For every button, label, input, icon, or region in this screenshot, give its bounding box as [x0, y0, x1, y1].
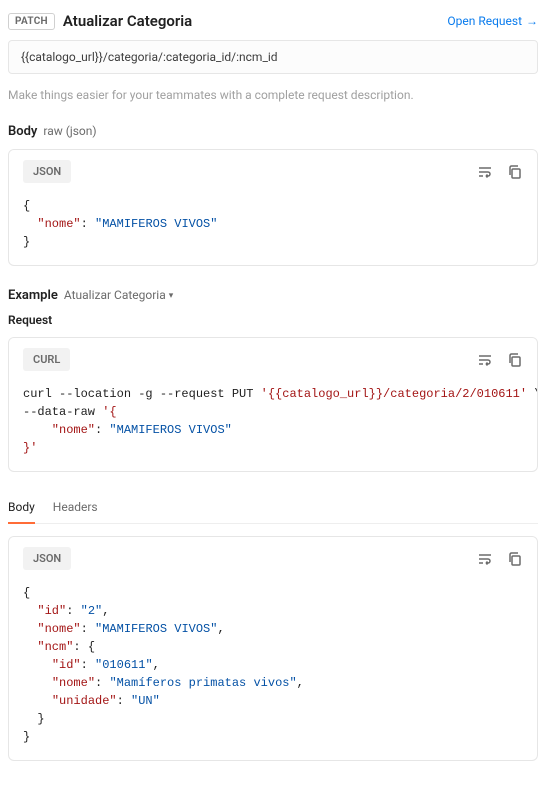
open-request-link[interactable]: Open Request → — [447, 14, 538, 28]
copy-icon[interactable] — [507, 551, 523, 567]
wrap-text-icon[interactable] — [477, 352, 493, 368]
body-label: Body — [8, 124, 37, 139]
body-card: JSON { "nome": "MAMIFEROS VIVOS" } — [8, 149, 538, 266]
copy-icon[interactable] — [507, 352, 523, 368]
request-label: Request — [8, 313, 538, 327]
example-name: Atualizar Categoria — [64, 288, 166, 302]
curl-card-head: CURL — [9, 338, 537, 381]
wrap-text-icon[interactable] — [477, 551, 493, 567]
tab-headers[interactable]: Headers — [53, 494, 98, 523]
body-section-head: Body raw (json) — [8, 124, 538, 139]
curl-card-actions — [477, 352, 523, 368]
example-label: Example — [8, 288, 58, 303]
tab-body[interactable]: Body — [8, 494, 35, 524]
arrow-right-icon: → — [526, 15, 538, 27]
response-card: JSON { "id": "2", "nome": "MAMIFEROS VIV… — [8, 536, 538, 761]
wrap-text-icon[interactable] — [477, 164, 493, 180]
body-subtype: raw (json) — [43, 124, 96, 138]
body-lang-pill[interactable]: JSON — [23, 160, 71, 183]
method-badge: PATCH — [8, 13, 55, 30]
example-dropdown[interactable]: Atualizar Categoria ▾ — [64, 288, 173, 302]
copy-icon[interactable] — [507, 164, 523, 180]
request-header: PATCH Atualizar Categoria Open Request → — [8, 12, 538, 30]
url-box[interactable]: {{catalogo_url}}/categoria/:categoria_id… — [8, 40, 538, 74]
response-lang-pill[interactable]: JSON — [23, 547, 71, 570]
body-card-actions — [477, 164, 523, 180]
response-code[interactable]: { "id": "2", "nome": "MAMIFEROS VIVOS", … — [9, 580, 537, 760]
description-placeholder[interactable]: Make things easier for your teammates wi… — [8, 88, 538, 102]
request-title: Atualizar Categoria — [63, 12, 192, 30]
body-card-head: JSON — [9, 150, 537, 193]
curl-card: CURL curl --location -g --request PUT '{… — [8, 337, 538, 472]
curl-code[interactable]: curl --location -g --request PUT '{{cata… — [9, 381, 537, 471]
header-left: PATCH Atualizar Categoria — [8, 12, 192, 30]
body-code[interactable]: { "nome": "MAMIFEROS VIVOS" } — [9, 193, 537, 265]
example-section-head: Example Atualizar Categoria ▾ — [8, 288, 538, 303]
curl-lang-pill[interactable]: CURL — [23, 348, 70, 371]
open-request-label: Open Request — [447, 14, 522, 28]
chevron-down-icon: ▾ — [169, 291, 174, 301]
response-card-head: JSON — [9, 537, 537, 580]
response-card-actions — [477, 551, 523, 567]
response-tabs: Body Headers — [8, 494, 538, 524]
